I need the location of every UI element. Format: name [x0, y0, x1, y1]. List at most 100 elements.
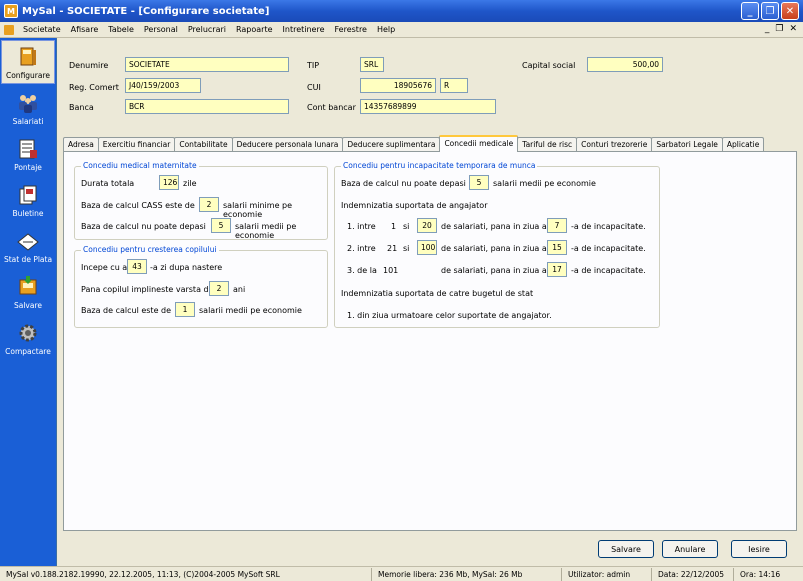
mdi-restore-button[interactable]: ❐: [775, 24, 783, 34]
restore-button[interactable]: ❐: [761, 2, 779, 20]
row2-count-field[interactable]: 100: [417, 240, 437, 255]
sidebar-item-compactare[interactable]: Compactare: [1, 316, 55, 360]
save-button[interactable]: Salvare: [598, 540, 654, 558]
sidebar-item-pontaje[interactable]: Pontaje: [1, 132, 55, 176]
row2-suffix: -a de incapacitate.: [571, 244, 646, 253]
row1-prefix: 1. intre: [347, 222, 376, 231]
row1-si: si: [403, 222, 410, 231]
denumire-label: Denumire: [69, 61, 109, 70]
menu-rapoarte[interactable]: Rapoarte: [231, 25, 278, 34]
save-icon: [15, 275, 41, 299]
tip-field[interactable]: SRL: [360, 57, 384, 72]
document-icon: [4, 24, 14, 35]
sidebar-item-salariati[interactable]: Salariati: [1, 86, 55, 130]
menu-afisare[interactable]: Afisare: [66, 25, 104, 34]
mdi-minimize-button[interactable]: _: [765, 24, 770, 34]
sidebar-item-label: Configurare: [5, 70, 51, 80]
tab-tariful-de-risc[interactable]: Tariful de risc: [517, 137, 578, 152]
status-user: Utilizator: admin: [562, 567, 652, 581]
cui-label: CUI: [307, 83, 321, 92]
tab-deducere-personala[interactable]: Deducere personala lunara: [231, 137, 344, 152]
sidebar-item-label: Stat de Plata: [3, 254, 53, 264]
status-bar: MySal v0.188.2182.19990, 22.12.2005, 11:…: [0, 566, 803, 581]
banca-field[interactable]: BCR: [125, 99, 289, 114]
status-version: MySal v0.188.2182.19990, 22.12.2005, 11:…: [0, 567, 372, 581]
sidebar-item-stat-de-plata[interactable]: Stat de Plata: [1, 224, 55, 268]
cont-field[interactable]: 14357689899: [360, 99, 496, 114]
incapacitate-group: Concediu pentru incapacitate temporara d…: [334, 161, 660, 328]
mdi-close-button[interactable]: ✕: [789, 24, 797, 34]
menu-help[interactable]: Help: [372, 25, 400, 34]
sidebar-item-label: Salariati: [12, 116, 44, 126]
cass-field[interactable]: 2: [199, 197, 219, 212]
sidebar-item-buletine[interactable]: Buletine: [1, 178, 55, 222]
row3-mid: de salariati, pana in ziua a: [441, 266, 547, 275]
minimize-button[interactable]: _: [741, 2, 759, 20]
sidebar-item-salvare[interactable]: Salvare: [1, 270, 55, 314]
incapacitate-title: Concediu pentru incapacitate temporara d…: [341, 161, 538, 170]
tab-sarbatori-legale[interactable]: Sarbatori Legale: [651, 137, 723, 152]
incapacitate-baza-unit: salarii medii pe economie: [493, 179, 596, 188]
varsta-unit: ani: [233, 285, 246, 294]
cancel-button[interactable]: Anulare: [662, 540, 718, 558]
tab-concedii-medicale[interactable]: Concedii medicale: [439, 135, 519, 152]
row3-day-field[interactable]: 17: [547, 262, 567, 277]
close-button[interactable]: ✕: [781, 2, 799, 20]
crestere-baza-field[interactable]: 1: [175, 302, 195, 317]
angajator-title: Indemnizatia suportata de angajator: [341, 201, 488, 210]
cui-field[interactable]: 18905676: [360, 78, 436, 93]
maternitate-baza-field[interactable]: 5: [211, 218, 231, 233]
row2-si: si: [403, 244, 410, 253]
menu-intretinere[interactable]: Intretinere: [278, 25, 330, 34]
status-time: Ora: 14:16: [740, 569, 781, 579]
menu-prelucrari[interactable]: Prelucrari: [183, 25, 231, 34]
row1-day-field[interactable]: 7: [547, 218, 567, 233]
capital-field[interactable]: 500,00: [587, 57, 663, 72]
exit-button[interactable]: Iesire: [731, 540, 787, 558]
row1-mid: de salariati, pana in ziua a: [441, 222, 547, 231]
row2-from: 21: [387, 244, 398, 253]
maternitate-group: Concediu medical maternitate Durata tota…: [74, 161, 328, 240]
menu-ferestre[interactable]: Ferestre: [330, 25, 372, 34]
capital-label: Capital social: [522, 61, 576, 70]
durata-field[interactable]: 126: [159, 175, 179, 190]
row3-from: 101: [383, 266, 399, 275]
tab-exercitiu-financiar[interactable]: Exercitiu financiar: [97, 137, 176, 152]
row1-from: 1: [391, 222, 397, 231]
tab-deducere-suplimentara[interactable]: Deducere suplimentara: [342, 137, 441, 152]
incepe-field[interactable]: 43: [127, 259, 147, 274]
gear-icon: [15, 321, 41, 345]
tab-bar: Adresa Exercitiu financiar Contabilitate…: [63, 135, 765, 152]
status-memory: Memorie libera: 236 Mb, MySal: 26 Mb: [372, 567, 562, 581]
varsta-label: Pana copilul implineste varsta de: [81, 285, 214, 294]
sidebar-item-configurare[interactable]: Configurare: [1, 40, 55, 84]
crestere-title: Concediu pentru cresterea copilului: [81, 245, 219, 254]
maternitate-baza-unit: salarii medii pe economie: [235, 222, 297, 240]
sidebar-item-label: Compactare: [5, 346, 51, 356]
buget-text: 1. din ziua urmatoare celor suportate de…: [347, 311, 552, 320]
menu-tabele[interactable]: Tabele: [103, 25, 139, 34]
varsta-field[interactable]: 2: [209, 281, 229, 296]
tab-aplicatie[interactable]: Aplicatie: [721, 137, 765, 152]
incapacitate-baza-field[interactable]: 5: [469, 175, 489, 190]
cui-suffix-field[interactable]: R: [440, 78, 468, 93]
sidebar: Configurare Salariati Pontaje Buletine S…: [0, 38, 56, 566]
tab-adresa[interactable]: Adresa: [63, 137, 99, 152]
timesheet-icon: [15, 137, 41, 161]
row1-count-field[interactable]: 20: [417, 218, 437, 233]
maternitate-title: Concediu medical maternitate: [81, 161, 199, 170]
tab-contabilitate[interactable]: Contabilitate: [174, 137, 233, 152]
row1-suffix: -a de incapacitate.: [571, 222, 646, 231]
crestere-baza-unit: salarii medii pe economie: [199, 306, 302, 315]
row2-day-field[interactable]: 15: [547, 240, 567, 255]
maternitate-baza-label: Baza de calcul nu poate depasi: [81, 222, 206, 231]
menu-societate[interactable]: Societate: [18, 25, 66, 34]
regcom-field[interactable]: J40/159/2003: [125, 78, 201, 93]
status-date: Data: 22/12/2005: [652, 567, 734, 581]
denumire-field[interactable]: SOCIETATE: [125, 57, 289, 72]
tab-conturi-trezorerie[interactable]: Conturi trezorerie: [576, 137, 653, 152]
cont-label: Cont bancar: [307, 103, 356, 112]
app-icon: M: [4, 4, 18, 18]
crestere-group: Concediu pentru cresterea copilului Ince…: [74, 245, 328, 328]
menu-personal[interactable]: Personal: [139, 25, 183, 34]
